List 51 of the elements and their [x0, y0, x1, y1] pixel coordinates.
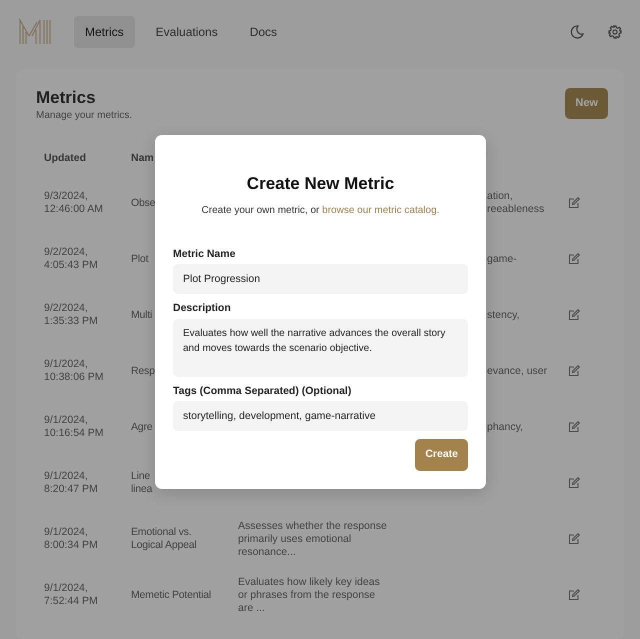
edit-icon[interactable] [568, 197, 580, 210]
catalog-link[interactable]: browse our metric catalog. [322, 204, 440, 216]
edit-icon[interactable] [568, 477, 580, 490]
field-label: Description [173, 302, 232, 315]
name-cell: Resp [131, 364, 155, 378]
page-subtitle: Manage your metrics. [36, 109, 132, 124]
description-cell: evance, user [487, 364, 548, 378]
dialog-title: Create New Metric [246, 173, 396, 195]
name-cell: Line linea [131, 470, 152, 497]
name-cell: Plot [131, 252, 148, 266]
date-cell: 9/1/2024, 7:52:44 PM [44, 582, 98, 609]
page-title: Metrics [36, 88, 97, 108]
field-label: Tags (Comma Separated) (Optional) [173, 384, 352, 398]
nav-tab[interactable]: Docs [238, 16, 288, 48]
description-cell: game- [487, 252, 517, 266]
description-cell: ation, reeableness [487, 190, 544, 217]
name-cell: Memetic Potential [131, 588, 212, 602]
description-field[interactable]: Evaluates how well the narrative advances the overall story and moves towards the scenario objective. [173, 318, 468, 377]
description-cell: phancy, [487, 420, 523, 434]
moon-icon[interactable] [570, 25, 584, 39]
column-header: Nam [131, 150, 154, 166]
description-cell: Assesses whether the response primarily uses emotional resonance... [238, 520, 387, 560]
text-field[interactable]: Plot Progression [173, 264, 468, 294]
date-cell: 9/1/2024, 8:00:34 PM [44, 526, 98, 553]
nav-tab[interactable]: Metrics [74, 16, 135, 48]
text-field[interactable]: storytelling, development, game-narrative [173, 401, 468, 432]
new-button[interactable]: New [565, 88, 608, 118]
date-cell: 9/1/2024, 10:16:54 PM [44, 414, 104, 441]
field-label: Metric Name [173, 248, 236, 260]
dialog-subtitle: Create your own metric, or browse our metric catalog. [200, 204, 440, 218]
edit-icon[interactable] [568, 421, 580, 434]
name-cell: Obse [131, 196, 156, 210]
date-cell: 9/3/2024, 12:46:00 AM [44, 190, 103, 217]
edit-icon[interactable] [568, 533, 580, 546]
edit-icon[interactable] [568, 589, 580, 602]
name-cell: Multi [131, 308, 152, 322]
nav-tab[interactable]: Evaluations [144, 16, 229, 48]
name-cell: Agre [131, 420, 152, 434]
date-cell: 9/2/2024, 1:35:33 PM [44, 302, 98, 329]
date-cell: 9/1/2024, 10:38:06 PM [44, 358, 104, 385]
description-cell: Evaluates how likely key ideas or phrases from the response are ... [238, 576, 380, 616]
date-cell: 9/2/2024, 4:05:43 PM [44, 246, 98, 273]
edit-icon[interactable] [568, 309, 580, 322]
column-header: Updated [44, 150, 86, 166]
settings-icon[interactable] [608, 25, 622, 39]
edit-icon[interactable] [568, 253, 580, 266]
description-cell: stency, [487, 308, 520, 322]
edit-icon[interactable] [568, 365, 580, 378]
name-cell: Emotional vs. Logical Appeal [131, 526, 197, 553]
create-button[interactable]: Create [415, 439, 468, 472]
date-cell: 9/1/2024, 8:20:47 PM [44, 470, 98, 497]
